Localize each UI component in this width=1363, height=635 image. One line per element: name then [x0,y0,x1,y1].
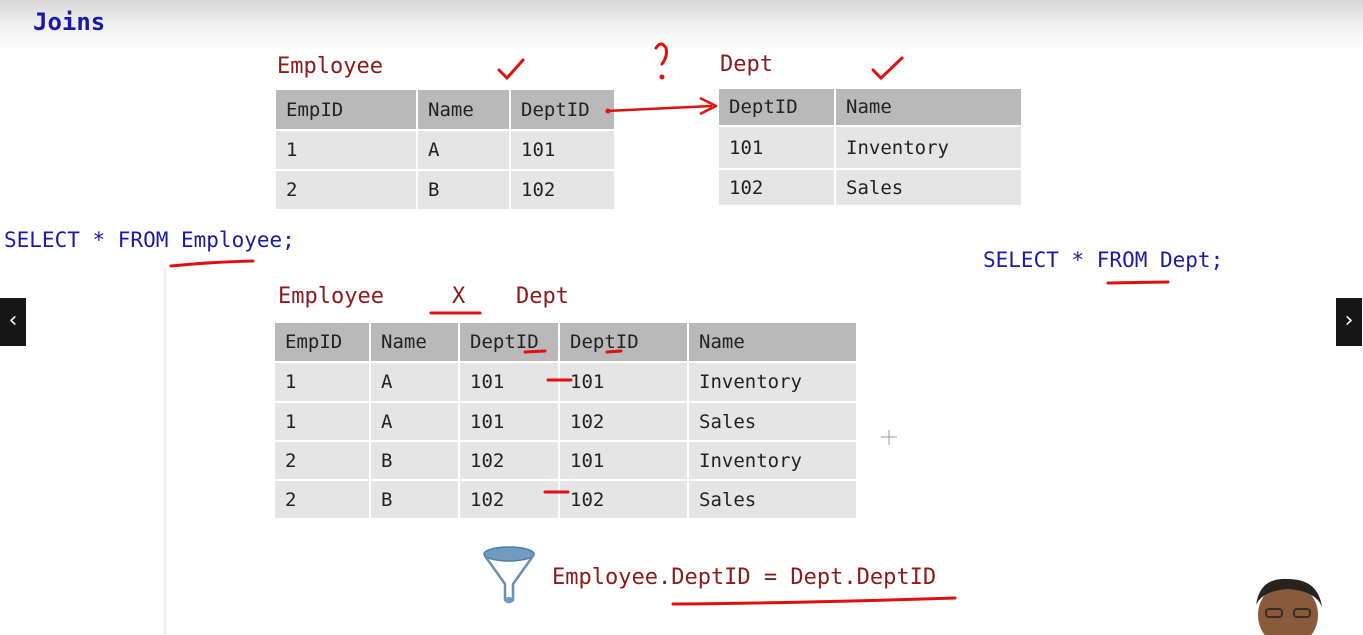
table-cell: A [370,402,460,442]
table-row: 102 Sales [719,169,1023,207]
column-header: DeptID [719,89,836,127]
table-cell: Sales [688,480,858,520]
table-cell: Inventory [688,362,858,403]
table-cell: 1 [275,402,371,442]
table-cell: 102 [559,480,689,520]
arrowhead-icon [699,96,718,116]
question-mark-dot [659,74,665,80]
dept-table: DeptID Name 101 Inventory 102 Sales [719,89,1023,207]
table-row: 1 A 101 102 Sales [275,402,858,442]
underline-join-condition [671,596,957,606]
next-slide-button[interactable]: › [1336,298,1362,346]
table-cell: 101 [719,126,836,170]
table-row: 2 B 102 [276,170,616,211]
slide-title: Joins [33,8,106,36]
table-cell: 102 [559,402,689,442]
table-cell: A [370,362,460,403]
table-cell: B [370,441,460,481]
column-header: Name [835,89,1023,127]
dept-table-label: Dept [720,52,773,77]
table-cell: 101 [559,362,689,403]
select-dept-query: SELECT * FROM Dept; [983,248,1224,272]
column-header: Name [688,323,858,363]
underline-from-employee [169,259,255,268]
table-cell: 2 [275,480,371,520]
column-header: Name [417,90,511,131]
underline-from-dept [1106,280,1170,285]
column-header: DeptID [510,90,616,131]
check-mark-icon [497,58,525,81]
cross-product-right-label: Dept [516,284,569,309]
column-header: DeptID [559,323,689,363]
table-cell: 102 [510,170,616,211]
column-header: EmpID [275,323,371,363]
table-row: 1 A 101 101 Inventory [275,362,858,403]
table-header-row: EmpID Name DeptID DeptID Name [275,323,858,363]
table-cell: 101 [559,441,689,481]
chevron-left-icon: ‹ [8,308,18,333]
table-cell: 2 [275,441,371,481]
table-cell: 102 [459,480,560,520]
cross-product-operator: X [452,284,466,309]
employee-table: EmpID Name DeptID 1 A 101 2 B 102 [276,90,616,211]
crosshair-cursor-icon [881,430,897,445]
funnel-icon [483,546,535,604]
employee-table-label: Employee [277,54,383,79]
table-cell: 1 [275,362,371,403]
column-header: EmpID [276,90,418,131]
table-row: 101 Inventory [719,126,1023,170]
cross-product-table: EmpID Name DeptID DeptID Name 1 A 101 10… [275,323,858,520]
column-header: DeptID [459,323,560,363]
table-cell: 101 [459,362,560,403]
relationship-arrow [605,104,713,113]
table-cell: Sales [835,169,1023,207]
table-cell: 1 [276,130,418,171]
join-condition: Employee.DeptID = Dept.DeptID [552,565,937,590]
table-header-row: EmpID Name DeptID [276,90,616,131]
prev-slide-button[interactable]: ‹ [0,298,26,346]
table-cell: 101 [510,130,616,171]
table-row: 2 B 102 102 Sales [275,480,858,520]
ink-annotations-layer [169,42,1170,606]
table-cell: Inventory [835,126,1023,170]
slide-header-bar [0,0,1363,52]
table-cell: 2 [276,170,418,211]
table-row: 1 A 101 [276,130,616,171]
table-cell: 101 [459,402,560,442]
chevron-right-icon: › [1344,308,1354,333]
table-cell: B [370,480,460,520]
table-cell: Sales [688,402,858,442]
divider [163,268,167,635]
table-cell: A [417,130,511,171]
check-mark-icon [871,56,904,81]
column-header: Name [370,323,460,363]
cross-product-left-label: Employee [278,284,384,309]
table-cell: 102 [719,169,836,207]
select-employee-query: SELECT * FROM Employee; [4,228,295,252]
table-cell: 102 [459,441,560,481]
table-header-row: DeptID Name [719,89,1023,127]
table-row: 2 B 102 101 Inventory [275,441,858,481]
presenter-avatar [1240,575,1335,635]
table-cell: Inventory [688,441,858,481]
table-cell: B [417,170,511,211]
